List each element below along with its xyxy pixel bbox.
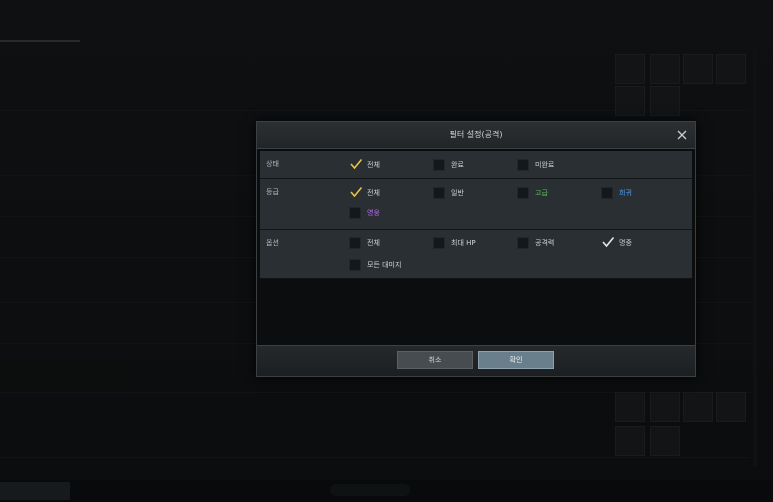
grade-option-rare[interactable]: 희귀 <box>601 186 632 200</box>
option-label: 전체 <box>367 239 380 247</box>
dialog-title: 필터 설정(공격) <box>449 130 503 139</box>
option-label: 모든 대미지 <box>367 261 402 269</box>
filter-table: 상태 전체 완료 미완료 등급 전체 일반 고급 희귀 영웅 옵션 전체 최대 … <box>260 151 692 279</box>
dialog-header: 필터 설정(공격) <box>257 122 695 149</box>
filter-row-option: 옵션 전체 최대 HP 공격력 명중 모든 대미지 <box>260 230 692 279</box>
checkbox[interactable] <box>601 187 613 199</box>
dialog-footer: 취소 확인 <box>257 345 695 376</box>
option-option-attack[interactable]: 공격력 <box>517 236 554 250</box>
cancel-button[interactable]: 취소 <box>397 351 473 369</box>
checkbox[interactable] <box>517 187 529 199</box>
option-label: 완료 <box>451 161 464 169</box>
checkbox[interactable] <box>601 236 615 249</box>
option-label: 전체 <box>367 161 380 169</box>
status-option-all[interactable]: 전체 <box>349 158 380 172</box>
option-option-all[interactable]: 전체 <box>349 236 380 250</box>
option-option-all-damage[interactable]: 모든 대미지 <box>349 258 401 272</box>
filter-dialog: 필터 설정(공격) 상태 전체 완료 미완료 등급 전체 일반 고급 희귀 영웅… <box>256 121 696 377</box>
option-label: 영웅 <box>367 209 380 217</box>
status-option-complete[interactable]: 완료 <box>433 158 464 172</box>
grade-option-heroic[interactable]: 영웅 <box>349 206 380 220</box>
grade-option-common[interactable]: 일반 <box>433 186 464 200</box>
option-label: 일반 <box>451 189 464 197</box>
grade-option-advanced[interactable]: 고급 <box>517 186 548 200</box>
checkmark-icon <box>350 186 363 198</box>
option-label: 희귀 <box>619 189 632 197</box>
checkbox[interactable] <box>433 187 445 199</box>
checkbox[interactable] <box>433 159 445 171</box>
checkbox[interactable] <box>349 158 363 171</box>
option-label: 명중 <box>619 239 632 247</box>
confirm-button[interactable]: 확인 <box>478 351 554 369</box>
checkbox[interactable] <box>349 237 361 249</box>
checkmark-icon <box>350 158 363 170</box>
option-label: 미완료 <box>535 161 555 169</box>
filter-row-label: 상태 <box>266 160 279 168</box>
status-option-incomplete[interactable]: 미완료 <box>517 158 554 172</box>
filter-row-label: 옵션 <box>266 239 279 247</box>
grade-option-all[interactable]: 전체 <box>349 186 380 200</box>
option-option-max-hp[interactable]: 최대 HP <box>433 236 476 250</box>
checkbox[interactable] <box>433 237 445 249</box>
option-label: 전체 <box>367 189 380 197</box>
option-label: 고급 <box>535 189 548 197</box>
option-label: 최대 HP <box>451 239 476 247</box>
checkmark-icon <box>602 236 615 248</box>
checkbox[interactable] <box>349 207 361 219</box>
checkbox[interactable] <box>349 186 363 199</box>
checkbox[interactable] <box>517 237 529 249</box>
option-label: 공격력 <box>535 239 555 247</box>
option-option-accuracy[interactable]: 명중 <box>601 236 632 250</box>
checkbox[interactable] <box>517 159 529 171</box>
filter-row-status: 상태 전체 완료 미완료 <box>260 151 692 179</box>
filter-row-grade: 등급 전체 일반 고급 희귀 영웅 <box>260 179 692 230</box>
close-icon[interactable] <box>675 127 689 141</box>
filter-row-label: 등급 <box>266 188 279 196</box>
checkbox[interactable] <box>349 259 361 271</box>
